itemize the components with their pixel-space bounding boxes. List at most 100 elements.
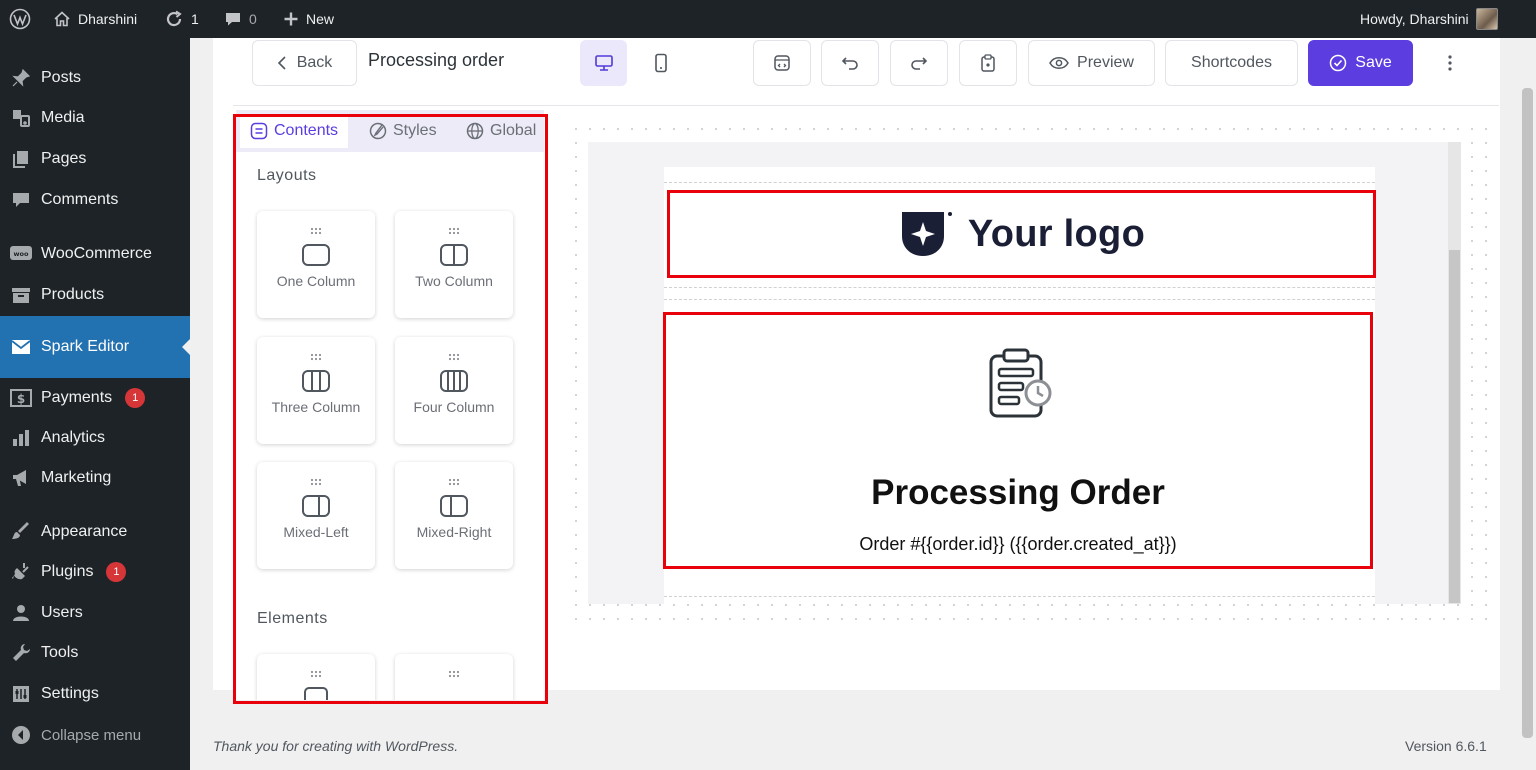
drag-handle-icon (310, 478, 322, 486)
logo-block[interactable]: Your logo (667, 190, 1376, 278)
block-divider (664, 287, 1375, 288)
updates-count: 1 (191, 11, 199, 27)
sidebar-item-users[interactable]: Users (0, 593, 190, 633)
shortcodes-label: Shortcodes (1191, 54, 1272, 71)
my-account-link[interactable]: Howdy, Dharshini (1360, 0, 1498, 38)
drag-handle-icon (448, 670, 460, 678)
back-button[interactable]: Back (252, 40, 357, 86)
updates-link[interactable]: 1 (164, 0, 199, 38)
check-circle-icon (1330, 54, 1347, 72)
tab-contents[interactable]: Contents (240, 114, 349, 148)
drag-handle-icon (448, 227, 460, 235)
sidebar-item-woocommerce[interactable]: woo WooCommerce (0, 234, 190, 274)
layouts-heading: Layouts (257, 167, 317, 184)
undo-button[interactable] (821, 40, 879, 86)
desktop-view-button[interactable] (580, 40, 627, 86)
block-divider (664, 182, 1375, 183)
sidebar-item-settings[interactable]: Settings (0, 674, 190, 714)
undo-icon (841, 57, 858, 70)
sidebar-item-label: Tools (41, 644, 79, 661)
pin-icon (10, 67, 32, 89)
sidebar-item-products[interactable]: Products (0, 275, 190, 315)
email-subtext: Order #{{order.id}} ({{order.created_at}… (859, 534, 1177, 554)
element-card[interactable] (257, 654, 375, 700)
layout-label: Three Column (271, 399, 361, 415)
site-name-link[interactable]: Dharshini (53, 0, 137, 38)
content-panel: Contents Styles Global Layouts One Colum… (236, 110, 544, 700)
new-content-link[interactable]: New (283, 0, 334, 38)
sidebar-item-media[interactable]: Media (0, 98, 190, 138)
drag-handle-icon (448, 478, 460, 486)
comment-icon (10, 189, 32, 211)
contents-icon (250, 122, 268, 140)
element-icon (304, 687, 328, 700)
brush-icon (10, 521, 32, 543)
megaphone-icon (10, 467, 32, 489)
collapse-menu-button[interactable]: Collapse menu (0, 715, 190, 755)
redo-icon (911, 57, 928, 70)
sidebar-item-tools[interactable]: Tools (0, 633, 190, 673)
layout-card-four-column[interactable]: Four Column (395, 337, 513, 444)
sidebar-item-appearance[interactable]: Appearance (0, 512, 190, 552)
shortcodes-button[interactable]: Shortcodes (1165, 40, 1298, 86)
sidebar-item-plugins[interactable]: Plugins 1 (0, 552, 190, 592)
layout-card-mixed-left[interactable]: Mixed-Left (257, 462, 375, 569)
layout-card-two-column[interactable]: Two Column (395, 211, 513, 318)
avatar (1475, 8, 1498, 30)
layout-card-three-column[interactable]: Three Column (257, 337, 375, 444)
layout-card-mixed-right[interactable]: Mixed-Right (395, 462, 513, 569)
plug-icon (10, 561, 32, 583)
page-scrollbar-thumb[interactable] (1522, 88, 1533, 738)
sidebar-item-pages[interactable]: Pages (0, 139, 190, 179)
drag-handle-icon (310, 353, 322, 361)
sidebar-item-comments[interactable]: Comments (0, 180, 190, 220)
sidebar-item-label: WooCommerce (41, 245, 152, 262)
notification-badge: 1 (125, 388, 146, 408)
tab-label: Contents (274, 122, 339, 139)
site-name: Dharshini (78, 11, 138, 27)
layout-label: Mixed-Left (283, 524, 349, 540)
canvas-scrollbar-thumb[interactable] (1449, 250, 1460, 603)
drag-handle-icon (448, 353, 460, 361)
user-icon (10, 602, 32, 624)
four-column-icon (440, 370, 468, 392)
hero-block[interactable]: Processing Order Order #{{order.id}} ({{… (663, 312, 1373, 569)
comments-link[interactable]: 0 (224, 0, 257, 38)
analytics-icon (10, 427, 32, 449)
clipboard-button[interactable] (959, 40, 1017, 86)
sidebar-item-analytics[interactable]: Analytics (0, 418, 190, 458)
sidebar-item-spark-editor[interactable]: Spark Editor (0, 316, 190, 378)
wrench-icon (10, 642, 32, 664)
block-divider (664, 299, 1375, 300)
sidebar-item-label: Appearance (41, 523, 128, 540)
svg-text:$: $ (17, 392, 25, 406)
sidebar-item-payments[interactable]: $ Payments 1 (0, 378, 190, 418)
elements-heading: Elements (257, 610, 328, 627)
wordpress-logo-icon[interactable] (9, 0, 31, 38)
sidebar-item-marketing[interactable]: Marketing (0, 458, 190, 498)
code-view-button[interactable] (753, 40, 811, 86)
footer-version: Version 6.6.1 (1405, 738, 1487, 754)
two-column-icon (440, 244, 468, 266)
logo-mark-icon (901, 212, 952, 256)
element-card[interactable] (395, 654, 513, 700)
tab-styles[interactable]: Styles (359, 114, 447, 148)
more-options-button[interactable] (1430, 40, 1470, 86)
tab-global[interactable]: Global (456, 114, 544, 148)
layout-label: One Column (276, 273, 356, 289)
layout-label: Mixed-Right (416, 524, 492, 540)
preview-label: Preview (1077, 54, 1134, 71)
preview-button[interactable]: Preview (1028, 40, 1155, 86)
save-button[interactable]: Save (1308, 40, 1413, 86)
sidebar-item-posts[interactable]: Posts (0, 58, 190, 98)
clipboard-clock-icon (989, 348, 1052, 418)
template-title: Processing order (368, 50, 505, 70)
mobile-view-button[interactable] (637, 40, 684, 86)
comments-count: 0 (249, 11, 257, 27)
redo-button[interactable] (890, 40, 948, 86)
mobile-icon (654, 53, 667, 73)
collapse-icon (10, 724, 32, 746)
layout-card-one-column[interactable]: One Column (257, 211, 375, 318)
globe-icon (466, 122, 484, 140)
pages-icon (10, 148, 32, 170)
